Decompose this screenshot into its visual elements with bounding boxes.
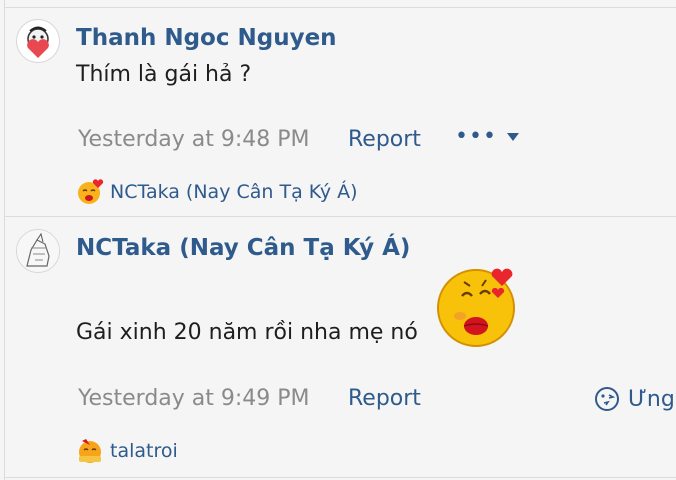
reaction-summary[interactable]: NCTaka (Nay Cân Tạ Ký Á) <box>76 178 358 206</box>
post-timestamp[interactable]: Yesterday at 9:48 PM <box>78 127 310 152</box>
reaction-user-link[interactable]: NCTaka (Nay Cân Tạ Ký Á) <box>110 181 358 203</box>
avatar-thanh-ngoc-nguyen[interactable] <box>16 19 60 63</box>
kiss-emoji-icon <box>78 179 104 204</box>
smile-face-icon <box>595 387 619 411</box>
ung-reaction-button[interactable]: Ưng <box>594 386 675 412</box>
thread-bottom-border <box>4 477 676 478</box>
post-message: Thím là gái hả ? <box>76 62 252 87</box>
post-timestamp[interactable]: Yesterday at 9:49 PM <box>78 386 310 411</box>
post-username[interactable]: NCTaka (Nay Cân Tạ Ký Á) <box>76 235 410 261</box>
caret-down-icon <box>506 133 519 141</box>
post-message: Gái xinh 20 năm rồi nha mẹ nó <box>76 320 418 345</box>
report-link[interactable]: Report <box>348 386 421 411</box>
kiss-emoji-icon <box>437 268 515 347</box>
ung-label: Ưng <box>628 386 675 412</box>
sad-emoji-icon <box>79 439 101 463</box>
report-link[interactable]: Report <box>348 127 421 152</box>
ellipsis-icon: ••• <box>455 124 497 149</box>
post-username[interactable]: Thanh Ngoc Nguyen <box>76 25 337 51</box>
post-divider <box>4 216 676 217</box>
more-options-button[interactable]: ••• <box>455 124 520 149</box>
avatar-nctaka[interactable] <box>16 229 60 273</box>
reaction-summary[interactable]: talatroi <box>76 437 178 465</box>
thread-top-border <box>4 7 676 8</box>
reaction-user-link[interactable]: talatroi <box>110 440 178 462</box>
